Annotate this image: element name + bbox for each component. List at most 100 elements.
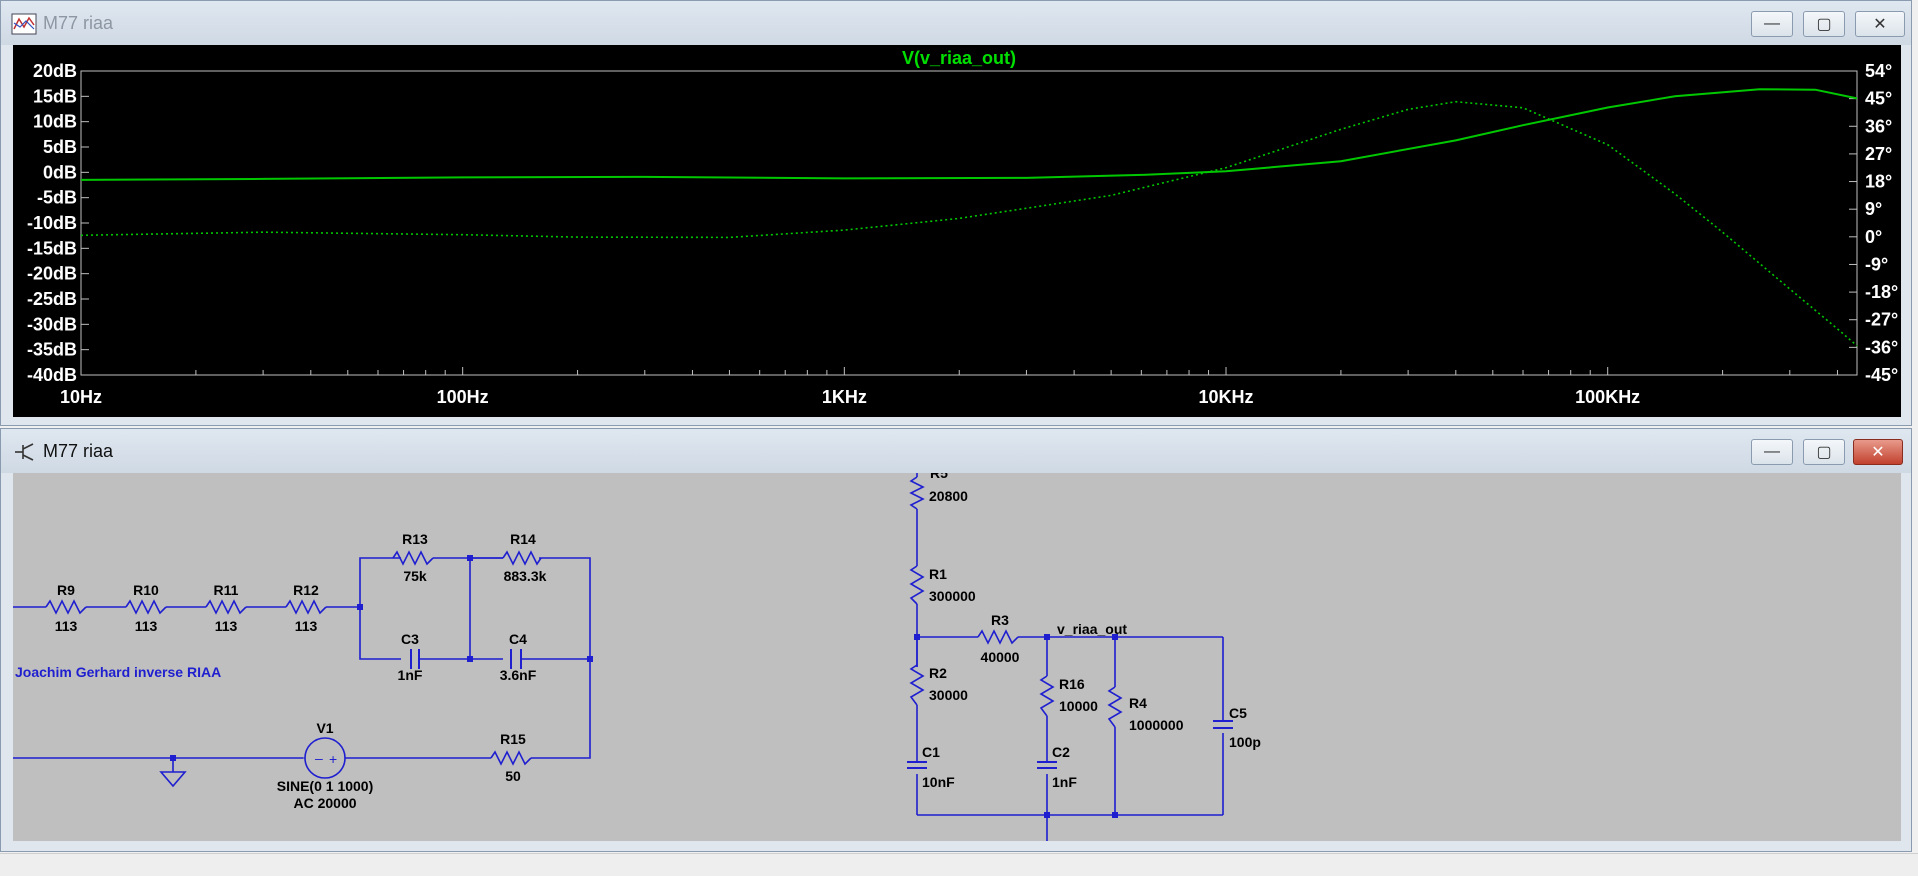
plot-close-button[interactable]: ✕ [1855, 11, 1905, 37]
status-bar [0, 853, 1918, 876]
c1-name[interactable]: C1 [922, 744, 940, 760]
y-tick-label: -20dB [27, 264, 77, 284]
v1-name[interactable]: V1 [316, 720, 333, 736]
schematic-canvas[interactable]: – + R9 113 R10 113 R11 113 R12 113 R13 7… [13, 473, 1901, 841]
y2-tick-label: 45° [1865, 89, 1892, 109]
c5-name[interactable]: C5 [1229, 705, 1247, 721]
r14-name[interactable]: R14 [510, 531, 536, 547]
y2-tick-label: -9° [1865, 254, 1888, 274]
r14-value[interactable]: 883.3k [504, 568, 547, 584]
y2-tick-label: 54° [1865, 61, 1892, 81]
r12-name[interactable]: R12 [293, 582, 319, 598]
frequency-response-chart[interactable]: V(v_riaa_out) 20dB 15dB 10dB 5dB 0dB -5dB -10d… [13, 45, 1901, 417]
plot-frame [80, 70, 1858, 376]
r12-value[interactable]: 113 [295, 618, 318, 634]
y2-tick-label: 27° [1865, 144, 1892, 164]
plot-minimize-button[interactable]: — [1751, 11, 1793, 37]
schematic-maximize-button[interactable]: ▢ [1803, 439, 1845, 465]
y2-tick-label: 18° [1865, 172, 1892, 192]
plot-titlebar[interactable]: M77 riaa — ▢ ✕ [1, 1, 1911, 45]
svg-text:+: + [329, 751, 337, 767]
c5-value[interactable]: 100p [1229, 734, 1261, 750]
transistor-app-icon [15, 443, 34, 461]
y-tick-label: 10dB [33, 112, 77, 132]
r13-name[interactable]: R13 [402, 531, 428, 547]
y-tick-label: -10dB [27, 213, 77, 233]
y-axis-left: 20dB 15dB 10dB 5dB 0dB -5dB -10dB -15dB -20dB -25… [27, 61, 89, 385]
c3-value[interactable]: 1nF [398, 667, 423, 683]
y-tick-label: 20dB [33, 61, 77, 81]
c2-value[interactable]: 1nF [1052, 774, 1077, 790]
r15-value[interactable]: 50 [505, 768, 521, 784]
trace-title[interactable]: V(v_riaa_out) [902, 48, 1016, 68]
v1-source-icon[interactable]: – + [303, 737, 346, 779]
y-tick-label: 5dB [43, 137, 77, 157]
c4-value[interactable]: 3.6nF [500, 667, 537, 683]
c1-value[interactable]: 10nF [922, 774, 955, 790]
x-tick-label: 100Hz [437, 387, 489, 407]
c4-name[interactable]: C4 [509, 631, 527, 647]
schematic-titlebar[interactable]: M77 riaa — ▢ ✕ [1, 429, 1911, 473]
r2-value[interactable]: 30000 [929, 687, 968, 703]
r4-name[interactable]: R4 [1129, 695, 1147, 711]
r13-value[interactable]: 75k [403, 568, 427, 584]
x-tick-label: 100KHz [1575, 387, 1640, 407]
y-tick-label: -30dB [27, 314, 77, 334]
y2-tick-label: -36° [1865, 337, 1898, 357]
r3-value[interactable]: 40000 [981, 649, 1020, 665]
y2-tick-label: 36° [1865, 116, 1892, 136]
y2-tick-label: -27° [1865, 310, 1898, 330]
r5-value[interactable]: 20800 [929, 488, 968, 504]
waveform-plot-pane[interactable]: V(v_riaa_out) 20dB 15dB 10dB 5dB 0dB -5dB -10d… [13, 45, 1901, 417]
ground-icon [159, 771, 187, 788]
c3-name[interactable]: C3 [401, 631, 419, 647]
schematic-close-button[interactable]: ✕ [1853, 439, 1903, 465]
r10-name[interactable]: R10 [133, 582, 159, 598]
y-tick-label: -15dB [27, 238, 77, 258]
v1-ac-value[interactable]: AC 20000 [293, 795, 356, 811]
r15-name[interactable]: R15 [500, 731, 526, 747]
y2-tick-label: 9° [1865, 199, 1882, 219]
x-tick-label: 10KHz [1198, 387, 1253, 407]
magnitude-trace [80, 88, 1858, 181]
phase-trace [80, 100, 1858, 347]
r9-name[interactable]: R9 [57, 582, 75, 598]
r1-name[interactable]: R1 [929, 566, 947, 582]
component-labels: R9 113 R10 113 R11 113 R12 113 R13 75k R… [55, 473, 1261, 811]
x-tick-label: 1KHz [822, 387, 867, 407]
y2-tick-label: -18° [1865, 282, 1898, 302]
svg-text:–: – [315, 750, 323, 766]
y2-tick-label: -45° [1865, 365, 1898, 385]
v1-value[interactable]: SINE(0 1 1000) [277, 778, 374, 794]
r2-name[interactable]: R2 [929, 665, 947, 681]
r11-name[interactable]: R11 [214, 582, 239, 598]
r4-value[interactable]: 1000000 [1129, 717, 1184, 733]
r16-name[interactable]: R16 [1059, 676, 1085, 692]
x-axis: 10Hz 100Hz 1KHz 10KHz 100KHz [60, 367, 1838, 407]
y-tick-label: -25dB [27, 289, 77, 309]
plot-window-title: M77 riaa [43, 13, 114, 33]
waveform-app-icon [11, 13, 37, 35]
y-tick-label: -40dB [27, 365, 77, 385]
y-tick-label: 15dB [33, 86, 77, 106]
r3-name[interactable]: R3 [991, 612, 1009, 628]
schematic-drawing[interactable]: – + R9 113 R10 113 R11 113 R12 113 R13 7… [13, 473, 1901, 841]
plot-maximize-button[interactable]: ▢ [1803, 11, 1845, 37]
c2-name[interactable]: C2 [1052, 744, 1070, 760]
r5-name[interactable]: R5 [930, 473, 948, 481]
schematic-comment[interactable]: Joachim Gerhard inverse RIAA [15, 664, 221, 680]
plot-window: M77 riaa — ▢ ✕ V(v_riaa_out) 20dB 15dB 10d… [0, 0, 1912, 426]
y-axis-right: 54° 45° 36° 27° 18° 9° 0° -9° -18° -27° -36° -45° [1849, 61, 1898, 385]
schematic-window-title: M77 riaa [43, 441, 114, 461]
r10-value[interactable]: 113 [135, 618, 158, 634]
traces [80, 88, 1858, 347]
r1-value[interactable]: 300000 [929, 588, 976, 604]
r16-value[interactable]: 10000 [1059, 698, 1098, 714]
schematic-window: M77 riaa — ▢ ✕ – + R9 113 R10 113 R11 11… [0, 428, 1912, 852]
r11-value[interactable]: 113 [215, 618, 238, 634]
r9-value[interactable]: 113 [55, 618, 78, 634]
schematic-minimize-button[interactable]: — [1751, 439, 1793, 465]
y-tick-label: 0dB [43, 162, 77, 182]
net-label-v-riaa-out[interactable]: v_riaa_out [1057, 621, 1127, 637]
y-tick-label: -35dB [27, 340, 77, 360]
